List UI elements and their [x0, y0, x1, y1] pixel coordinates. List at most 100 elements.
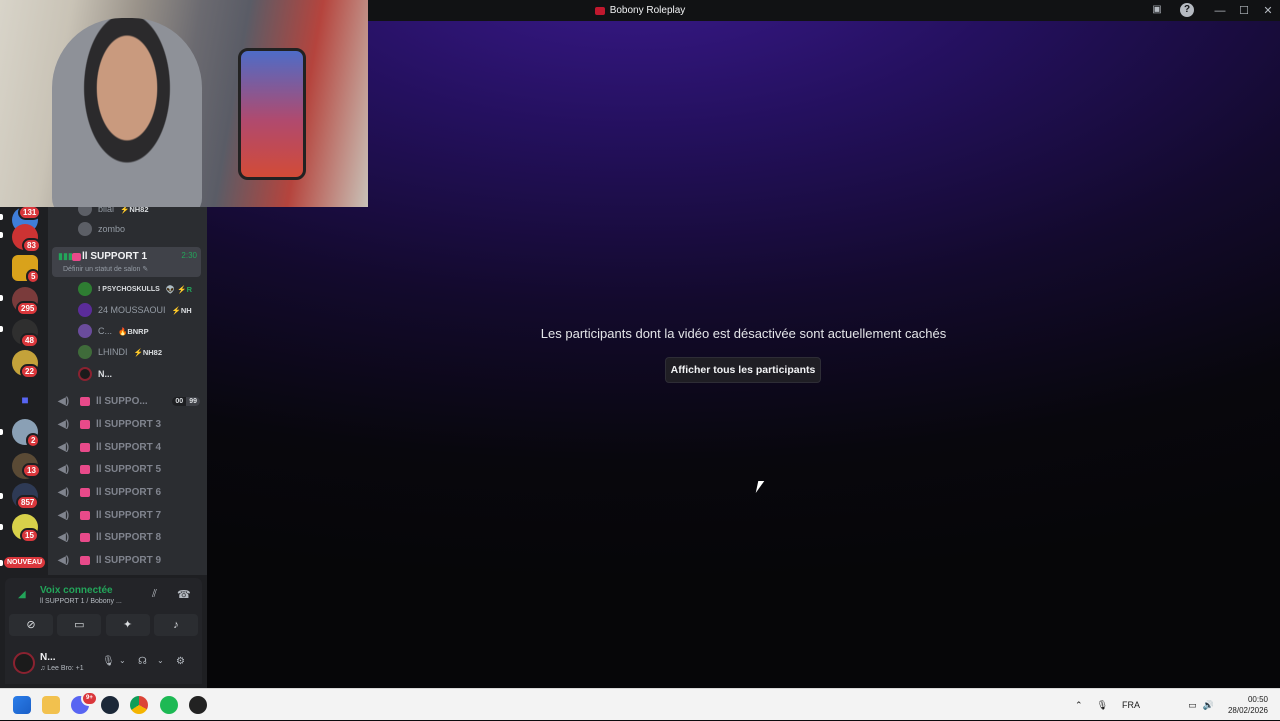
voice-channel[interactable]: ◀) ll SUPPORT 9 [52, 551, 204, 569]
speaker-icon: ◀) [58, 554, 70, 566]
voice-channel[interactable]: ◀) ll SUPPORT 3 [52, 415, 204, 433]
voice-channel-path[interactable]: ll SUPPORT 1 / Bobony ... [40, 598, 122, 605]
noise-suppression-icon[interactable]: ⫽ [152, 588, 157, 601]
app-icon[interactable] [189, 696, 207, 714]
chevron-up-icon[interactable]: ⌃ [1075, 700, 1083, 711]
notification-badge: 9+ [81, 691, 98, 706]
server-icon-10[interactable]: 15 [12, 514, 39, 543]
voice-member[interactable]: N... [78, 365, 112, 383]
clock[interactable]: 00:50 28/02/2026 [1228, 694, 1268, 716]
server-badge: 131 [18, 205, 42, 220]
phone-image [238, 48, 306, 180]
member-tag: ⚡NH [171, 305, 192, 315]
server-icon-2[interactable]: 83 [12, 224, 41, 253]
user-activity: ♫ Lee Bro: +1 [40, 665, 84, 672]
activities-button[interactable]: ✦ [105, 614, 150, 636]
sos-icon [80, 532, 90, 542]
speaker-icon: ◀) [58, 441, 70, 453]
member-name: N... [98, 369, 113, 379]
disconnect-icon[interactable]: ☎ [177, 588, 191, 601]
server-badge: 22 [20, 364, 39, 379]
soundboard-button[interactable]: ♪ [153, 614, 198, 636]
voice-channel[interactable]: ◀) ll SUPPO... 00 99 [52, 392, 204, 410]
speaker-icon: ◀) [58, 418, 70, 430]
microphone-icon[interactable]: 🎙 [102, 656, 115, 667]
avatar [78, 282, 92, 296]
member-name: C... [98, 326, 113, 336]
new-server-badge[interactable]: NOUVEAU [4, 557, 46, 568]
chrome-icon[interactable] [130, 696, 148, 714]
voice-channel[interactable]: ◀) ll SUPPORT 7 [52, 506, 204, 524]
active-voice-channel[interactable]: ▮▮▮ ll SUPPORT 1 2:30 Définir un statut … [52, 247, 201, 277]
channel-status[interactable]: Définir un statut de salon ✎ [63, 265, 148, 273]
server-icon-7[interactable]: 2 [12, 419, 41, 448]
server-icon-3[interactable]: 5 [12, 255, 41, 284]
voice-activity-icon: ▮▮▮ [58, 251, 73, 261]
sos-icon [80, 510, 90, 520]
voice-member[interactable]: zombo [78, 220, 125, 238]
username[interactable]: N... [40, 652, 56, 663]
discord-icon[interactable]: 9+ [71, 691, 98, 714]
avatar[interactable] [13, 652, 35, 674]
chevron-down-icon[interactable]: ⌄ [119, 656, 126, 665]
quick-settings[interactable]: ▭ 🔊 [1188, 689, 1214, 721]
speaker-icon: ◀) [58, 509, 70, 521]
user-limit: 00 99 [172, 396, 200, 406]
unread-indicator [0, 493, 3, 499]
signal-icon[interactable]: ◢ [18, 589, 26, 600]
microphone-icon[interactable]: 🎙 [1097, 700, 1108, 711]
channel-name: ll SUPPORT 7 [96, 509, 162, 521]
server-icon-4[interactable]: 295 [12, 287, 40, 316]
voice-member[interactable]: ! PSYCHOSKULLS 👽 ⚡R [78, 280, 192, 298]
server-icon-5[interactable]: 48 [12, 319, 39, 348]
speaker-icon: ◀) [58, 531, 70, 543]
server-badge: 15 [20, 528, 39, 543]
voice-channel[interactable]: ◀) ll SUPPORT 4 [52, 438, 204, 456]
channel-name: ll SUPPORT 9 [96, 554, 162, 566]
speaker-icon: ◀) [58, 486, 70, 498]
show-all-participants-button[interactable]: Afficher tous les participants [665, 357, 821, 383]
mouse-cursor [755, 481, 765, 493]
unread-indicator [0, 232, 3, 238]
server-badge: 857 [16, 495, 40, 510]
user-limit-value: 99 [186, 396, 200, 406]
windows-start-icon[interactable] [13, 696, 31, 714]
voice-channel[interactable]: ◀) ll SUPPORT 5 [52, 460, 204, 478]
file-explorer-icon[interactable] [42, 696, 60, 714]
server-icon-9[interactable]: 857 [12, 483, 40, 510]
close-button[interactable]: ✕ [1256, 4, 1280, 17]
channel-name: ll SUPPO... [96, 395, 148, 407]
chevron-down-icon[interactable]: ⌄ [157, 656, 164, 665]
sos-icon [72, 253, 81, 261]
minimize-button[interactable]: — [1208, 5, 1232, 17]
sos-icon [80, 419, 90, 429]
avatar [78, 367, 92, 381]
steam-icon[interactable] [101, 696, 119, 714]
server-badge: 2 [26, 433, 41, 448]
member-name: 24 MOUSSAOUI [98, 305, 166, 315]
language-indicator[interactable]: FRA [1122, 700, 1140, 710]
screen-share-button[interactable]: ▭ [57, 614, 102, 636]
voice-channel[interactable]: ◀) ll SUPPORT 8 [52, 528, 204, 546]
headphones-icon[interactable]: ☊ [138, 656, 147, 667]
server-icon-8[interactable]: 13 [12, 453, 41, 479]
voice-channel[interactable]: ◀) ll SUPPORT 6 [52, 483, 204, 501]
volume-icon: 🔊 [1202, 699, 1214, 710]
sos-icon [80, 464, 90, 474]
maximize-button[interactable]: ☐ [1232, 4, 1256, 17]
server-icon-6[interactable]: 22 [12, 350, 39, 379]
settings-icon[interactable]: ⚙ [176, 656, 185, 667]
member-tag: ⚡NH82 [133, 347, 163, 357]
voice-member[interactable]: 24 MOUSSAOUI ⚡NH [78, 301, 192, 319]
spotify-icon[interactable] [160, 696, 178, 714]
camera-off-button[interactable]: ⊘ [9, 614, 53, 636]
sos-icon [80, 487, 90, 497]
avatar [78, 324, 92, 338]
folder-icon[interactable]: ■ [12, 387, 38, 413]
voice-member[interactable]: LHINDI ⚡NH82 [78, 343, 162, 361]
voice-member[interactable]: C... 🔥BNRP [78, 322, 149, 340]
help-icon[interactable]: ? [1180, 3, 1194, 17]
channel-name: ll SUPPORT 5 [96, 463, 162, 475]
inbox-icon[interactable]: ▣ [1150, 3, 1164, 17]
voice-status-title[interactable]: Voix connectée [40, 585, 113, 596]
